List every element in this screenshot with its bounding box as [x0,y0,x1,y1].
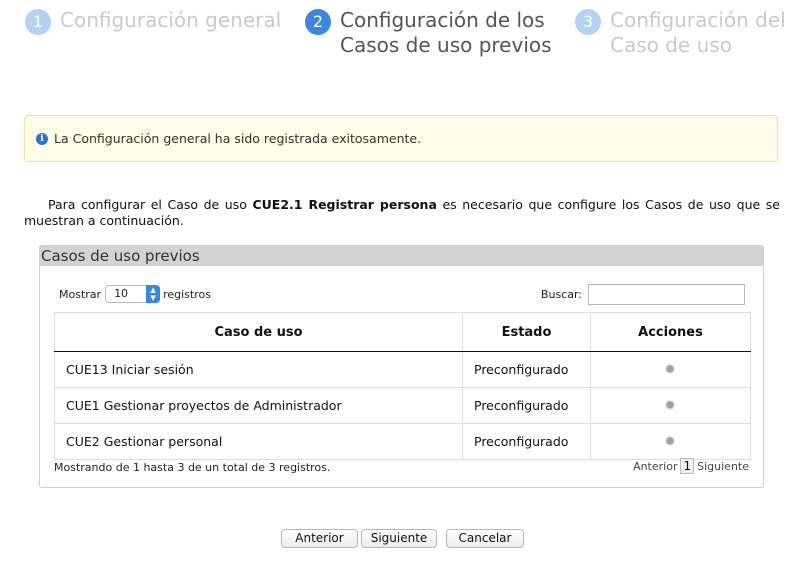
column-header-acciones[interactable]: Acciones [590,312,751,352]
panel-title: Casos de uso previos [40,246,763,266]
gear-icon[interactable]: ✹ [664,362,676,378]
table-info: Mostrando de 1 hasta 3 de un total de 3 … [54,461,331,474]
column-header-estado[interactable]: Estado [462,312,591,352]
previous-button[interactable]: Anterior [281,529,358,548]
pager-page-current[interactable]: 1 [680,458,695,474]
page-length-select[interactable]: 10 ▲ ▼ [105,285,161,303]
page-length-value: 10 [114,287,129,300]
page-length-control: Mostrar 10 ▲ ▼ registros [59,285,211,303]
length-prefix: Mostrar [59,287,102,301]
step-number: 3 [575,9,601,35]
pager-next[interactable]: Siguiente [697,460,749,473]
wizard-step-3: 3 Configuración del Caso de uso [575,8,811,58]
search-control: Buscar: [541,284,745,305]
search-input[interactable] [588,284,745,305]
cell-estado: Preconfigurado [462,351,591,388]
wizard-step-2: 2 Configuración de los Casos de uso prev… [305,8,570,58]
table-header-row: Caso de uso Estado Acciones [54,312,751,352]
step-number: 1 [25,9,51,35]
cell-estado: Preconfigurado [462,387,591,424]
table-row: CUE2 Gestionar personal Preconfigurado ✹ [54,423,751,460]
length-suffix: registros [163,287,211,301]
intro-paragraph: Para configurar el Caso de uso CUE2.1 Re… [24,197,780,229]
chevron-updown-icon: ▲ ▼ [146,285,161,303]
success-alert: i La Configuración general ha sido regis… [24,115,778,162]
column-header-caso[interactable]: Caso de uso [54,312,463,352]
use-cases-table: Caso de uso Estado Acciones CUE13 Inicia… [54,312,751,460]
info-icon: i [36,132,48,145]
cell-acciones: ✹ [590,351,751,388]
step-label: Configuración del Caso de uso [610,8,786,57]
pagination: Anterior 1 Siguiente [633,458,749,474]
cell-estado: Preconfigurado [462,423,591,460]
cell-caso: CUE13 Iniciar sesión [54,351,463,388]
cell-acciones: ✹ [590,387,751,424]
table-row: CUE1 Gestionar proyectos de Administrado… [54,387,751,424]
intro-text-before: Para configurar el Caso de uso [48,197,253,212]
gear-icon[interactable]: ✹ [664,434,676,450]
gear-icon[interactable]: ✹ [664,398,676,414]
search-label: Buscar: [540,288,582,301]
step-label: Configuración de los Casos de uso previo… [340,8,552,57]
alert-message: La Configuración general ha sido registr… [54,131,422,146]
cancel-button[interactable]: Cancelar [446,529,524,548]
cell-caso: CUE1 Gestionar proyectos de Administrado… [54,387,463,424]
next-button[interactable]: Siguiente [361,529,437,548]
table-row: CUE13 Iniciar sesión Preconfigurado ✹ [54,351,751,388]
wizard-step-1: 1 Configuración general [25,8,290,35]
cell-acciones: ✹ [590,423,751,460]
previous-use-cases-panel: Casos de uso previos Mostrar 10 ▲ ▼ regis… [39,245,764,488]
pager-prev[interactable]: Anterior [633,460,677,473]
step-number: 2 [305,9,331,35]
cell-caso: CUE2 Gestionar personal [54,423,463,460]
step-label: Configuración general [60,8,282,32]
case-name: CUE2.1 Registrar persona [252,197,437,212]
